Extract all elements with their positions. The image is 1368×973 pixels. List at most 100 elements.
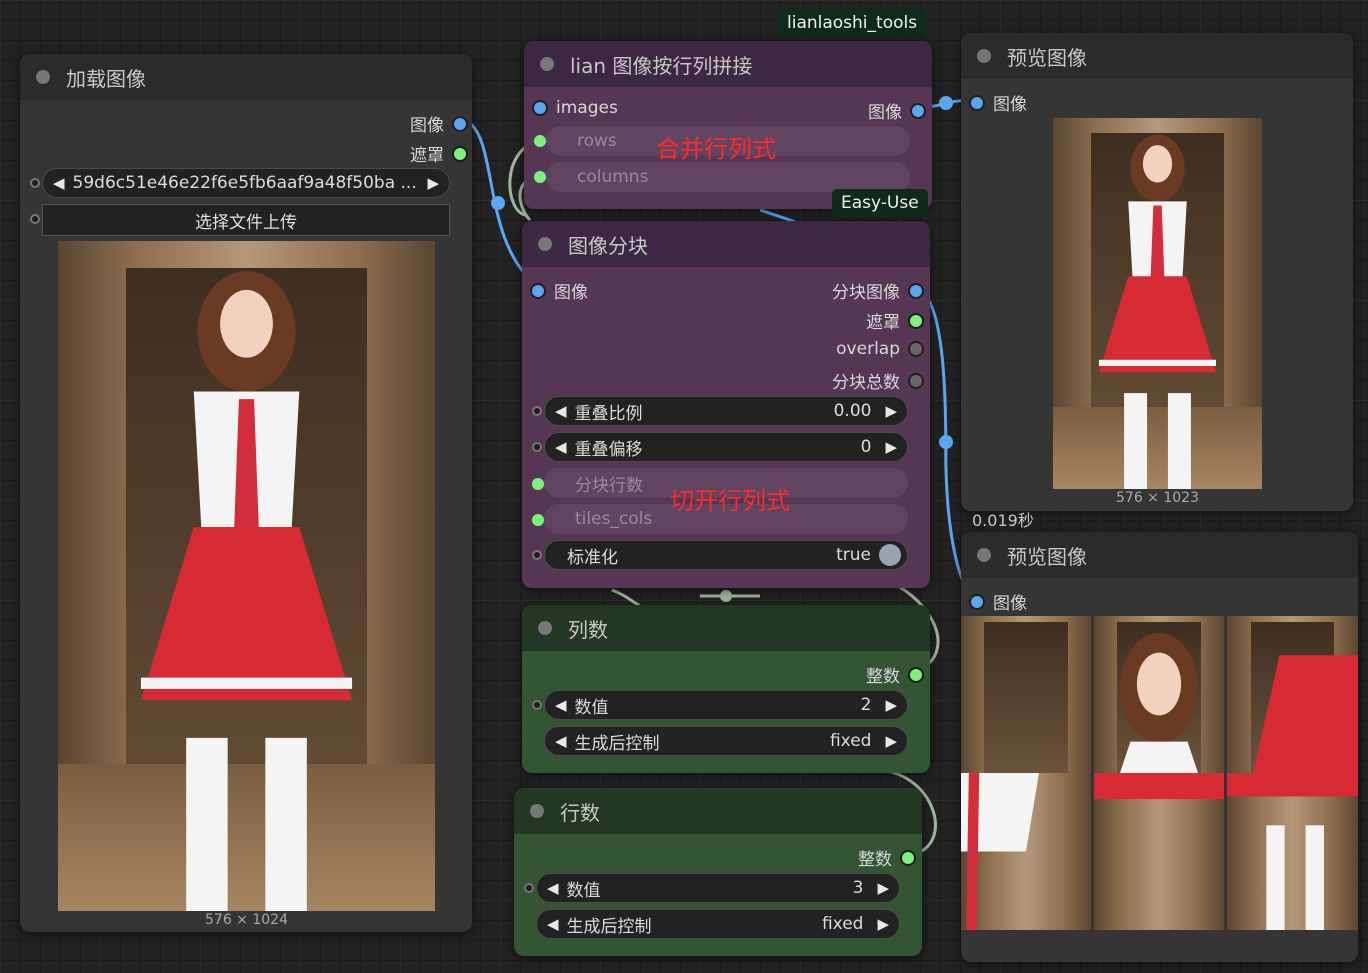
- node-header[interactable]: 列数: [522, 605, 930, 651]
- arrow-left-icon[interactable]: ◀: [555, 402, 567, 420]
- tools-badge: lianlaoshi_tools: [778, 9, 927, 37]
- output-port-icon[interactable]: [454, 147, 466, 160]
- input-image[interactable]: 图像: [971, 90, 1027, 115]
- widget-input-port-icon[interactable]: [532, 550, 542, 560]
- image-size-caption: 576 × 1024: [205, 912, 288, 928]
- concat-node[interactable]: lian 图像按行列拼接 images 图像 rows columns: [524, 41, 932, 209]
- input-port-icon[interactable]: [971, 96, 983, 109]
- arrow-left-icon[interactable]: ◀: [53, 174, 65, 192]
- output-port-icon[interactable]: [910, 374, 922, 387]
- input-port-icon[interactable]: [971, 595, 983, 608]
- arrow-left-icon[interactable]: ◀: [547, 879, 559, 897]
- collapse-dot-icon[interactable]: [538, 237, 552, 251]
- tiles-cols-input-port-icon[interactable]: [532, 514, 544, 526]
- collapse-dot-icon[interactable]: [977, 548, 991, 562]
- tile-2: [1094, 616, 1224, 773]
- collapse-dot-icon[interactable]: [977, 49, 991, 63]
- split-note: 切开行列式: [670, 487, 790, 515]
- output-mask[interactable]: 遮罩: [866, 308, 922, 333]
- node-header[interactable]: 图像分块: [522, 221, 930, 267]
- upload-button[interactable]: 选择文件上传: [42, 204, 450, 236]
- arrow-left-icon[interactable]: ◀: [555, 438, 567, 456]
- node-title: 图像分块: [568, 233, 648, 258]
- overlap-offset-widget[interactable]: ◀ 重叠偏移 0 ▶: [544, 432, 908, 462]
- preview-image-node-1[interactable]: 预览图像 图像 576 × 1023: [961, 33, 1353, 511]
- rows-value-widget[interactable]: ◀ 数值 3 ▶: [536, 873, 900, 903]
- output-overlap[interactable]: overlap: [836, 339, 922, 359]
- output-port-icon[interactable]: [912, 104, 924, 117]
- widget-input-port-icon[interactable]: [532, 700, 542, 710]
- output-tiles[interactable]: 分块图像: [832, 278, 922, 303]
- node-title: 列数: [568, 617, 608, 642]
- collapse-dot-icon[interactable]: [540, 57, 554, 71]
- preview-image-1: [1053, 118, 1262, 489]
- output-port-icon[interactable]: [910, 284, 922, 297]
- collapse-dot-icon[interactable]: [36, 70, 50, 84]
- rows-input-port-icon[interactable]: [534, 135, 546, 147]
- overlap-rate-widget[interactable]: ◀ 重叠比例 0.00 ▶: [544, 396, 908, 426]
- preview-image-node-2[interactable]: 预览图像 图像: [961, 532, 1358, 962]
- output-image[interactable]: 图像: [410, 111, 466, 136]
- arrow-left-icon[interactable]: ◀: [547, 915, 559, 933]
- node-header[interactable]: lian 图像按行列拼接: [524, 41, 932, 87]
- output-integer[interactable]: 整数: [858, 845, 914, 870]
- image-file-selector[interactable]: ◀ 59d6c51e46e22f6e5fb6aaf9a48f50ba ... ▶: [42, 168, 450, 198]
- collapse-dot-icon[interactable]: [530, 804, 544, 818]
- load-image-node[interactable]: 加载图像 图像 遮罩 ◀ 59d6c51e46e22f6e5fb6aaf9a48…: [20, 54, 472, 932]
- tiled-preview-grid: [961, 616, 1358, 930]
- output-integer[interactable]: 整数: [866, 662, 922, 687]
- node-header[interactable]: 预览图像: [961, 532, 1358, 578]
- input-image[interactable]: 图像: [971, 589, 1027, 614]
- node-header[interactable]: 行数: [514, 788, 922, 834]
- wire-misc-1: [611, 588, 641, 608]
- arrow-right-icon[interactable]: ▶: [885, 438, 897, 456]
- rows-control-widget[interactable]: ◀ 生成后控制 fixed ▶: [536, 909, 900, 939]
- output-image[interactable]: 图像: [868, 98, 924, 123]
- tiles-rows-input-port-icon[interactable]: [532, 478, 544, 490]
- output-tile-count[interactable]: 分块总数: [832, 368, 922, 393]
- arrow-right-icon[interactable]: ▶: [877, 915, 889, 933]
- tile-node[interactable]: 图像分块 图像 分块图像 遮罩 overlap 分块总数 ◀ 重叠比例 0.00…: [522, 221, 930, 588]
- loaded-image: [58, 241, 435, 911]
- output-port-icon[interactable]: [910, 314, 922, 327]
- cols-node[interactable]: 列数 整数 ◀ 数值 2 ▶ ◀ 生成后控制 fixed ▶: [522, 605, 930, 773]
- normalize-toggle[interactable]: 标准化 true: [544, 540, 908, 570]
- output-mask[interactable]: 遮罩: [410, 141, 466, 166]
- input-image[interactable]: 图像: [532, 278, 588, 303]
- cols-control-widget[interactable]: ◀ 生成后控制 fixed ▶: [544, 726, 908, 756]
- columns-widget[interactable]: columns: [546, 162, 910, 192]
- widget-input-port-icon[interactable]: [30, 214, 40, 224]
- execution-time: 0.019秒: [972, 511, 1034, 530]
- widget-input-port-icon[interactable]: [30, 178, 40, 188]
- output-port-icon[interactable]: [910, 343, 922, 355]
- easy-use-badge: Easy-Use: [832, 189, 928, 217]
- arrow-left-icon[interactable]: ◀: [555, 696, 567, 714]
- arrow-right-icon[interactable]: ▶: [877, 879, 889, 897]
- merge-note: 合并行列式: [656, 135, 776, 163]
- arrow-right-icon[interactable]: ▶: [427, 174, 439, 192]
- arrow-right-icon[interactable]: ▶: [885, 696, 897, 714]
- tile-6: [1227, 773, 1358, 930]
- toggle-knob-icon[interactable]: [879, 544, 901, 566]
- cols-value-widget[interactable]: ◀ 数值 2 ▶: [544, 690, 908, 720]
- widget-input-port-icon[interactable]: [532, 406, 542, 416]
- columns-input-port-icon[interactable]: [534, 171, 546, 183]
- collapse-dot-icon[interactable]: [538, 621, 552, 635]
- node-header[interactable]: 预览图像: [961, 33, 1353, 79]
- tile-4: [961, 773, 1091, 930]
- output-port-icon[interactable]: [902, 851, 914, 864]
- image-size-caption: 576 × 1023: [1116, 490, 1199, 506]
- arrow-right-icon[interactable]: ▶: [885, 732, 897, 750]
- input-images[interactable]: images: [534, 98, 618, 118]
- node-header[interactable]: 加载图像: [20, 54, 472, 100]
- arrow-left-icon[interactable]: ◀: [555, 732, 567, 750]
- rows-node[interactable]: 行数 整数 ◀ 数值 3 ▶ ◀ 生成后控制 fixed ▶: [514, 788, 922, 956]
- output-port-icon[interactable]: [454, 117, 466, 130]
- output-port-icon[interactable]: [910, 668, 922, 681]
- input-port-icon[interactable]: [532, 284, 544, 297]
- node-title: 预览图像: [1007, 544, 1087, 569]
- arrow-right-icon[interactable]: ▶: [885, 402, 897, 420]
- widget-input-port-icon[interactable]: [524, 883, 534, 893]
- input-port-icon[interactable]: [534, 102, 546, 114]
- widget-input-port-icon[interactable]: [532, 442, 542, 452]
